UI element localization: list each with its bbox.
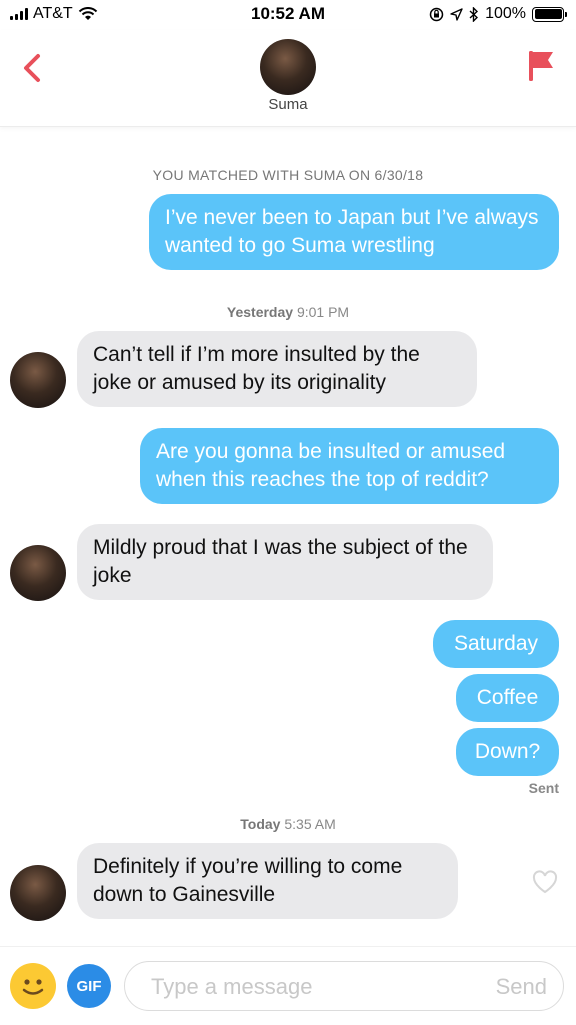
message-bubble-outgoing[interactable]: Are you gonna be insulted or amused when… [140, 428, 559, 504]
message-placeholder: Type a message [151, 974, 313, 999]
timestamp-day: Today [240, 816, 281, 832]
message-bubble-incoming[interactable]: Can’t tell if I’m more insulted by the j… [77, 331, 477, 407]
match-notice: YOU MATCHED WITH SUMA ON 6/30/18 [152, 167, 424, 183]
battery-icon [532, 6, 567, 22]
timestamp-day: Yesterday [226, 304, 294, 320]
avatar[interactable] [10, 352, 66, 408]
message-bubble-incoming[interactable]: Definitely if you’re willing to come dow… [77, 843, 458, 919]
avatar[interactable] [10, 865, 66, 921]
chevron-left-icon [24, 54, 40, 82]
location-icon [450, 7, 463, 21]
battery-percent: 100% [485, 5, 526, 22]
timestamp: Yesterday 9:01 PM [0, 304, 576, 320]
lock-rotation-icon [429, 7, 444, 21]
sent-status: Sent [528, 780, 559, 796]
bluetooth-icon [469, 6, 479, 22]
status-right: 100% [429, 5, 567, 23]
message-input[interactable]: Type a message Send [124, 961, 564, 1011]
avatar[interactable] [10, 545, 66, 601]
timestamp: Today 5:35 AM [0, 816, 576, 832]
heart-icon[interactable] [532, 870, 558, 894]
message-bubble-outgoing[interactable]: Saturday [433, 620, 559, 668]
back-button[interactable] [14, 50, 50, 86]
send-button[interactable]: Send [496, 974, 547, 1000]
message-bubble-outgoing[interactable]: Coffee [456, 674, 559, 722]
timestamp-time: 9:01 PM [296, 304, 350, 320]
match-name[interactable]: Suma [0, 96, 576, 113]
report-button[interactable] [526, 48, 562, 88]
emoji-button[interactable] [10, 963, 56, 1009]
match-avatar[interactable] [260, 39, 316, 95]
chat-header: Suma [0, 30, 576, 127]
timestamp-time: 5:35 AM [284, 816, 336, 832]
message-composer: GIF Type a message Send [0, 946, 576, 1025]
gif-button[interactable]: GIF [67, 964, 111, 1008]
message-bubble-incoming[interactable]: Mildly proud that I was the subject of t… [77, 524, 493, 600]
status-bar: AT&T 10:52 AM 100% [0, 0, 576, 30]
message-bubble-outgoing[interactable]: Down? [456, 728, 559, 776]
flag-icon [529, 51, 553, 81]
smiley-icon [22, 979, 44, 995]
message-bubble-outgoing[interactable]: I’ve never been to Japan but I’ve always… [149, 194, 559, 270]
